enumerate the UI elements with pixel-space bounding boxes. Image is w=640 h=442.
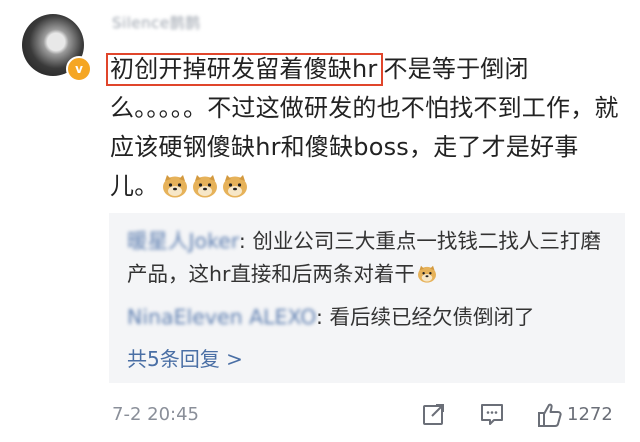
doge-icon (193, 175, 218, 198)
like-count: 1272 (567, 404, 613, 425)
reply-separator: : (316, 305, 330, 329)
share-icon[interactable] (422, 402, 446, 426)
reply-separator: : (238, 229, 253, 253)
doge-icon (417, 265, 436, 283)
comment-icon[interactable] (480, 402, 504, 426)
reply-item[interactable]: NinaEleven ALEXO: 看后续已经欠债倒闭了 (127, 301, 612, 334)
reply-author[interactable]: NinaEleven ALEXO (127, 305, 316, 329)
highlighted-phrase: 初创开掉研发留着傻缺hr (106, 53, 384, 86)
verified-badge-icon: v (66, 56, 92, 82)
thumbs-up-icon[interactable] (537, 402, 563, 428)
doge-icon (163, 175, 188, 198)
more-replies-link[interactable]: 共5条回复 > (127, 343, 243, 372)
reply-text: 看后续已经欠债倒闭了 (329, 305, 535, 329)
comment-username[interactable]: Silence鹊鹊 (112, 12, 201, 33)
replies-panel[interactable]: 暖星人Joker: 创业公司三大重点一找钱二找人三打磨产品，这hr直接和后两条对… (109, 213, 625, 383)
reply-author[interactable]: 暖星人Joker (127, 229, 239, 253)
comment-text: 初创开掉研发留着傻缺hr 不是等于倒闭么。。。。。不过这做研发的也不怕找不到工作，… (106, 50, 625, 206)
comment-timestamp: 7-2 20:45 (112, 404, 199, 425)
reply-item[interactable]: 暖星人Joker: 创业公司三大重点一找钱二找人三打磨产品，这hr直接和后两条对… (127, 225, 612, 291)
doge-icon (223, 175, 248, 198)
